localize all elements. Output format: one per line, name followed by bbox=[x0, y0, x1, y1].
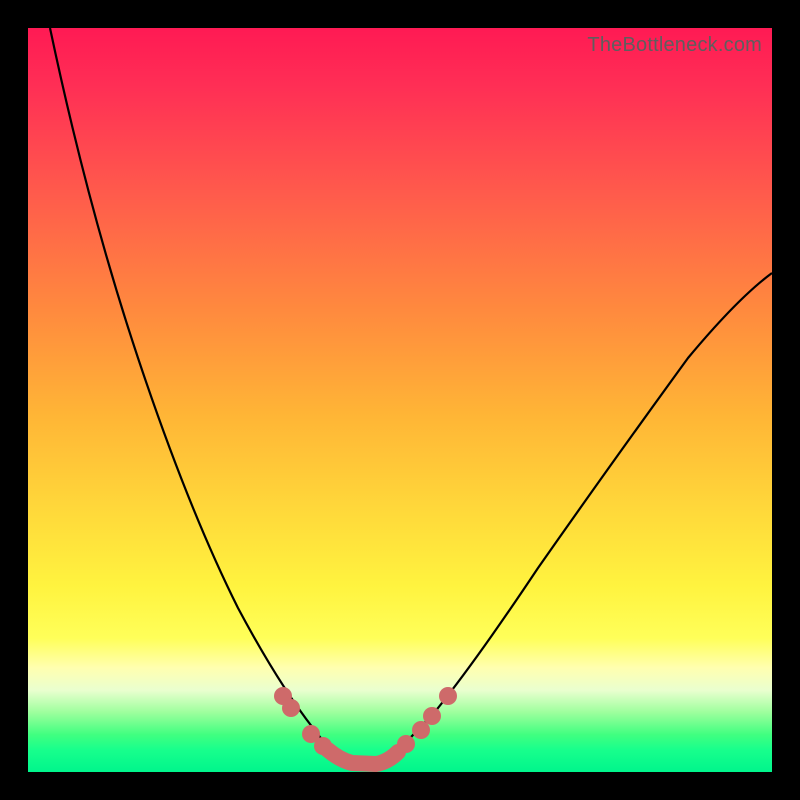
bead-dot bbox=[314, 737, 332, 755]
bead-dot bbox=[397, 735, 415, 753]
bead-dot bbox=[423, 707, 441, 725]
bead-dot bbox=[282, 699, 300, 717]
bead-dot bbox=[412, 721, 430, 739]
chart-svg bbox=[28, 28, 772, 772]
beads-valley bbox=[328, 750, 398, 764]
outer-frame: TheBottleneck.com bbox=[0, 0, 800, 800]
curve-left bbox=[50, 28, 340, 758]
bead-dot bbox=[439, 687, 457, 705]
curve-right bbox=[386, 273, 772, 758]
bottleneck-chart: TheBottleneck.com bbox=[28, 28, 772, 772]
